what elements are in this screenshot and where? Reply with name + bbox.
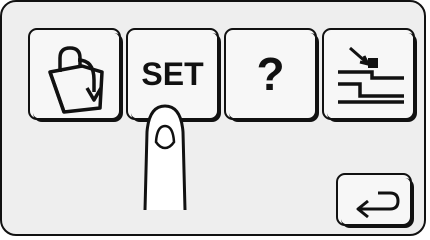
return-arrow-icon — [356, 191, 400, 219]
control-panel: SET ? — [0, 0, 426, 236]
edit-stitch-button[interactable] — [322, 28, 417, 122]
return-button[interactable] — [336, 173, 414, 228]
stitch-step-icon — [338, 46, 404, 104]
help-button[interactable]: ? — [224, 28, 319, 122]
help-button-label: ? — [256, 48, 285, 100]
bag-arrow-icon — [48, 46, 104, 114]
memory-save-button[interactable] — [28, 28, 123, 122]
finger-pointer-icon — [143, 104, 187, 211]
